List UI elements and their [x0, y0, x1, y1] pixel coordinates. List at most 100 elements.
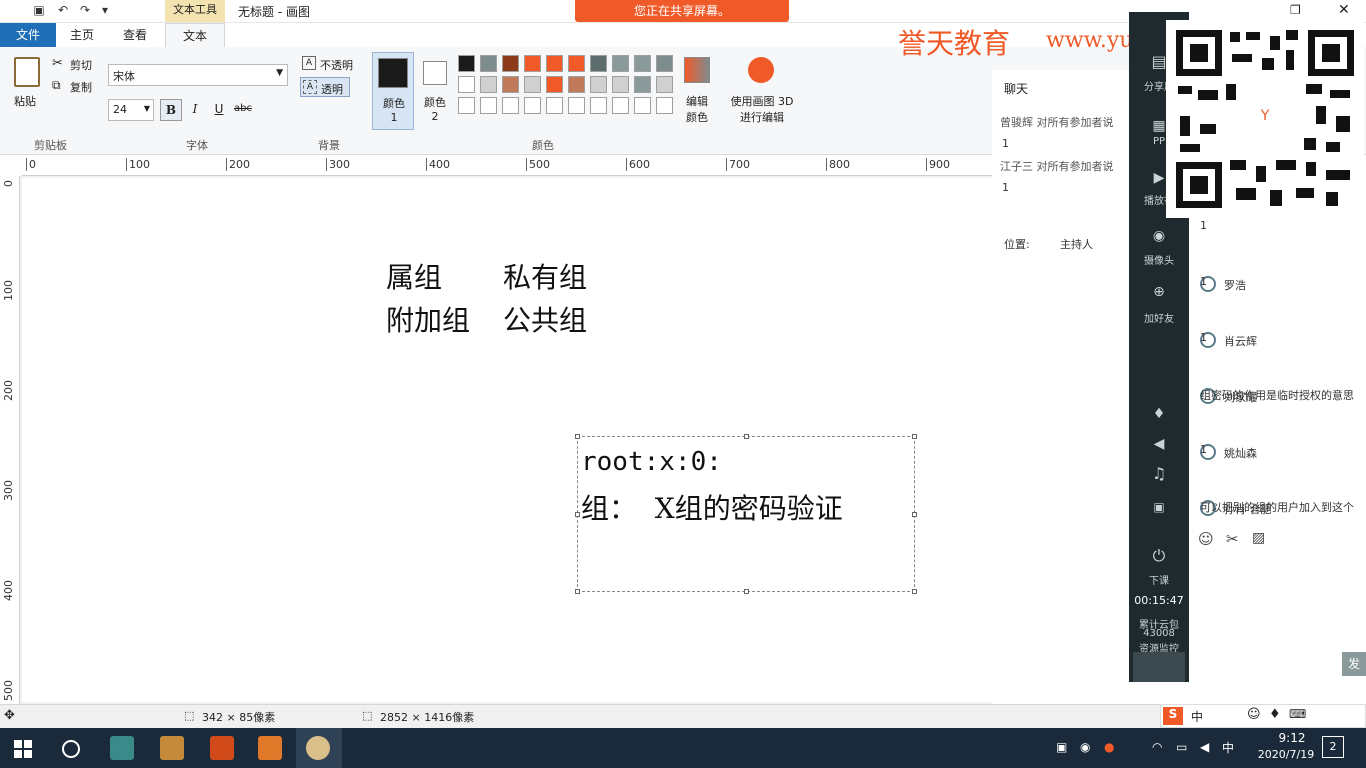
tab-home[interactable]: 主页	[58, 23, 106, 47]
palette-swatch-empty[interactable]	[502, 97, 519, 114]
close-icon[interactable]: ✕	[1338, 2, 1350, 18]
end-class-button[interactable]: 下课	[1129, 572, 1189, 587]
windows-start-icon[interactable]	[14, 740, 32, 758]
palette-swatch[interactable]	[546, 55, 563, 72]
palette-swatch[interactable]	[656, 55, 673, 72]
resize-handle[interactable]	[744, 434, 749, 439]
resize-handle[interactable]	[912, 589, 917, 594]
paste-button[interactable]: 粘贴	[14, 93, 36, 109]
add-friend-button[interactable]: 加好友	[1129, 310, 1189, 325]
battery-icon[interactable]: ▭	[1176, 740, 1187, 754]
resize-handle[interactable]	[744, 589, 749, 594]
palette-swatch-empty[interactable]	[524, 97, 541, 114]
resize-handle[interactable]	[912, 512, 917, 517]
textbox-line1[interactable]: root:x:0:	[581, 447, 722, 477]
palette-swatch-empty[interactable]	[656, 97, 673, 114]
palette-swatch[interactable]	[634, 55, 651, 72]
palette-swatch[interactable]	[502, 76, 519, 93]
clock-date[interactable]: 2020/7/19	[1248, 748, 1324, 761]
palette-swatch[interactable]	[568, 76, 585, 93]
palette-swatch[interactable]	[568, 55, 585, 72]
paste-icon[interactable]	[14, 57, 40, 87]
redo-icon[interactable]: ↷	[76, 3, 94, 19]
restore-icon[interactable]: ❐	[1290, 3, 1301, 17]
app-icon[interactable]	[110, 736, 134, 760]
undo-icon[interactable]: ↶	[54, 3, 72, 19]
keyboard-icon[interactable]: ⌨	[1289, 707, 1306, 721]
paint-taskbar-button[interactable]	[296, 728, 342, 768]
palette-swatch[interactable]	[458, 76, 475, 93]
tab-file[interactable]: 文件	[0, 23, 56, 47]
volume-icon[interactable]: ◀	[1200, 740, 1209, 754]
palette-swatch-empty[interactable]	[480, 97, 497, 114]
search-icon[interactable]	[62, 740, 80, 758]
palette-swatch[interactable]	[524, 76, 541, 93]
palette-swatch[interactable]	[612, 55, 629, 72]
paint3d-button[interactable]: 使用画图 3D 进行编辑	[730, 93, 794, 125]
resize-handle[interactable]	[575, 589, 580, 594]
notification-center-icon[interactable]: 2	[1322, 736, 1344, 758]
music-icon[interactable]: ♫	[1129, 464, 1189, 483]
palette-swatch[interactable]	[612, 76, 629, 93]
screen-share-banner[interactable]: 您正在共享屏幕。	[575, 0, 789, 22]
save-icon[interactable]: ▣	[30, 3, 48, 19]
palette-swatch[interactable]	[480, 76, 497, 93]
palette-swatch-empty[interactable]	[458, 97, 475, 114]
palette-swatch[interactable]	[634, 76, 651, 93]
microphone-icon[interactable]: ♦	[1129, 406, 1189, 422]
palette-swatch-empty[interactable]	[590, 97, 607, 114]
palette-swatch[interactable]	[656, 76, 673, 93]
underline-button[interactable]: U	[208, 99, 230, 121]
palette-swatch[interactable]	[480, 55, 497, 72]
settings-icon[interactable]: ▣	[1129, 500, 1189, 514]
scissors-icon[interactable]: ✂	[1226, 530, 1239, 548]
palette-swatch[interactable]	[590, 76, 607, 93]
palette-swatch-empty[interactable]	[568, 97, 585, 114]
resize-handle[interactable]	[575, 434, 580, 439]
palette-swatch-empty[interactable]	[612, 97, 629, 114]
image-icon[interactable]: ▨	[1252, 530, 1265, 546]
strikethrough-button[interactable]: abc	[230, 99, 256, 121]
ime-indicator[interactable]: 中	[1222, 739, 1234, 756]
resize-handle[interactable]	[912, 434, 917, 439]
clock-time[interactable]: 9:12	[1262, 731, 1322, 745]
palette-swatch[interactable]	[524, 55, 541, 72]
emoji-icon[interactable]: ☺	[1198, 530, 1214, 548]
font-name-select[interactable]: 宋体 ▼	[108, 64, 288, 86]
speaker-icon[interactable]: ◀	[1129, 436, 1189, 452]
color2-button[interactable]: 颜色 2	[418, 52, 454, 130]
tray-icon[interactable]: ◉	[1080, 740, 1090, 754]
color1-button[interactable]: 颜色 1	[372, 52, 414, 130]
microphone-icon[interactable]: ♦	[1269, 707, 1281, 722]
palette-swatch[interactable]	[590, 55, 607, 72]
copy-button[interactable]: 复制	[70, 79, 92, 95]
tab-text[interactable]: 文本	[165, 23, 225, 47]
tray-icon[interactable]: ▣	[1056, 740, 1067, 754]
palette-swatch[interactable]	[502, 55, 519, 72]
palette-swatch-empty[interactable]	[634, 97, 651, 114]
emoji-icon[interactable]: ☺	[1247, 707, 1261, 722]
powerpoint-icon[interactable]	[210, 736, 234, 760]
camera-button[interactable]: 摄像头	[1129, 252, 1189, 267]
text-box[interactable]: root:x:0: 组： X组的密码验证	[575, 434, 917, 594]
resize-handle[interactable]	[575, 512, 580, 517]
app-icon[interactable]	[258, 736, 282, 760]
ime-mode[interactable]: 中	[1191, 708, 1203, 725]
send-button[interactable]: 发	[1342, 652, 1366, 676]
cut-button[interactable]: 剪切	[70, 57, 92, 73]
customize-quick-access-icon[interactable]: ▾	[96, 3, 114, 19]
opaque-button[interactable]: A 不透明	[300, 55, 360, 73]
textbox-line2[interactable]: 组： X组的密码验证	[581, 487, 843, 527]
sogou-icon[interactable]: S	[1163, 707, 1183, 725]
app-icon[interactable]	[160, 736, 184, 760]
bold-button[interactable]: B	[160, 99, 182, 121]
transparent-button[interactable]: A 透明	[300, 77, 350, 97]
font-size-select[interactable]: 24 ▼	[108, 99, 154, 121]
palette-swatch-empty[interactable]	[546, 97, 563, 114]
tray-icon[interactable]: ●	[1104, 740, 1114, 754]
edit-colors-button[interactable]: 编辑颜色	[682, 93, 712, 125]
palette-swatch[interactable]	[546, 76, 563, 93]
palette-swatch[interactable]	[458, 55, 475, 72]
wifi-icon[interactable]: ◠	[1152, 740, 1162, 754]
tab-view[interactable]: 查看	[110, 23, 160, 47]
